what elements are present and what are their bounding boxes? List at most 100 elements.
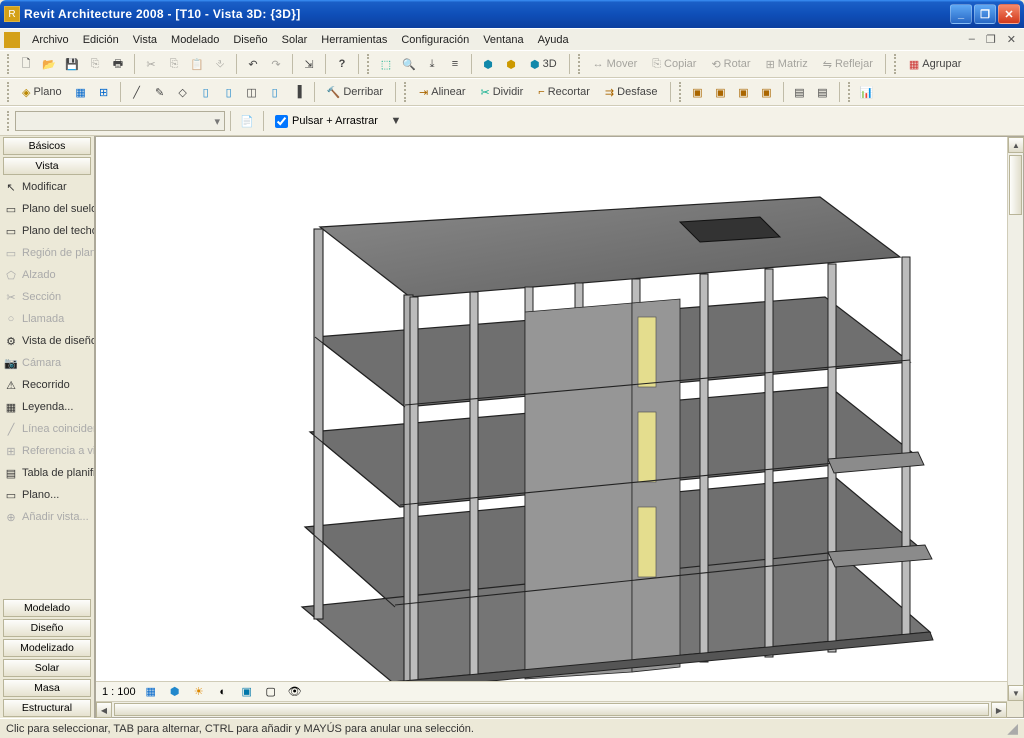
reload-button[interactable]: ▣ — [733, 81, 755, 103]
paste-button[interactable]: 📋 — [186, 53, 208, 75]
mover-button[interactable]: ↔Mover — [586, 53, 645, 75]
design-tool-1[interactable]: ▭Plano del suelo... — [0, 198, 94, 220]
scroll-down-button[interactable]: ▼ — [1008, 685, 1024, 701]
view3d-button[interactable]: ⬢ — [477, 53, 499, 75]
alinear-button[interactable]: ⇥Alinear — [412, 81, 472, 103]
save-button[interactable]: 💾 — [61, 53, 83, 75]
vscroll-track[interactable] — [1008, 217, 1023, 685]
section-modelado[interactable]: Modelado — [3, 599, 91, 617]
recortar-button[interactable]: ⌐Recortar — [531, 81, 597, 103]
shade-button[interactable]: ⬢ — [500, 53, 522, 75]
save-all-button[interactable]: ⎘ — [84, 53, 106, 75]
pen-button[interactable]: ✎ — [149, 81, 171, 103]
open-button[interactable]: 📂 — [38, 53, 60, 75]
matriz-button[interactable]: ⊞Matriz — [759, 53, 815, 75]
grid-button[interactable]: ▦ — [70, 81, 92, 103]
press-drag-checkbox[interactable] — [275, 115, 288, 128]
reflejar-button[interactable]: ⇋Reflejar — [816, 53, 880, 75]
window-tool-button[interactable]: ▯ — [195, 81, 217, 103]
print-button[interactable]: 🖶 — [107, 53, 129, 75]
component-button[interactable]: ◫ — [241, 81, 263, 103]
section-basicos[interactable]: Básicos — [3, 137, 91, 155]
options-button[interactable]: ⇲ — [298, 53, 320, 75]
scroll-left-button[interactable]: ◀ — [96, 702, 112, 718]
crop-view-button[interactable]: ▣ — [238, 684, 256, 700]
section-estructural[interactable]: Estructural — [3, 699, 91, 717]
zoom-region-button[interactable]: ⬚ — [375, 53, 397, 75]
thin-lines-button[interactable]: ≡ — [444, 53, 466, 75]
section-masa[interactable]: Masa — [3, 679, 91, 697]
sync-button[interactable]: ▣ — [710, 81, 732, 103]
element-properties-button[interactable]: 📄 — [236, 110, 258, 132]
agrupar-button[interactable]: ▦Agrupar — [902, 53, 969, 75]
cut-button[interactable]: ✂ — [140, 53, 162, 75]
temp-hide-button[interactable]: 👁 — [286, 684, 304, 700]
column-button[interactable]: ▯ — [264, 81, 286, 103]
scale-value[interactable]: 1 : 100 — [102, 686, 136, 698]
help-button[interactable]: ? — [331, 53, 353, 75]
design-tool-13[interactable]: ▤Tabla de planifi — [0, 462, 94, 484]
design-tool-0[interactable]: ↖Modificar — [0, 176, 94, 198]
section-solar[interactable]: Solar — [3, 659, 91, 677]
type-selector[interactable]: ▾ — [15, 111, 225, 131]
crop-visible-button[interactable]: ▢ — [262, 684, 280, 700]
mdi-restore[interactable]: ❐ — [982, 33, 1000, 46]
menu-diseno[interactable]: Diseño — [227, 32, 273, 48]
new-button[interactable]: 🗋 — [15, 53, 37, 75]
copiar-button[interactable]: ⎘Copiar — [645, 53, 703, 75]
rotar-button[interactable]: ⟲Rotar — [704, 53, 757, 75]
menu-herramientas[interactable]: Herramientas — [315, 32, 393, 48]
horizontal-scrollbar[interactable]: ◀ ▶ — [96, 701, 1007, 717]
vscroll-thumb[interactable] — [1009, 155, 1022, 215]
chart-button[interactable]: 📊 — [856, 81, 878, 103]
design-tool-10[interactable]: ▦Leyenda... — [0, 396, 94, 418]
hscroll-thumb[interactable] — [114, 703, 989, 716]
grip-icon[interactable] — [7, 82, 11, 102]
scroll-up-button[interactable]: ▲ — [1008, 137, 1024, 153]
menu-edicion[interactable]: Edición — [77, 32, 125, 48]
section-diseno[interactable]: Diseño — [3, 619, 91, 637]
section-modelizado[interactable]: Modelizado — [3, 639, 91, 657]
desfase-button[interactable]: ⇉Desfase — [598, 81, 665, 103]
redo-button[interactable]: ↷ — [265, 53, 287, 75]
design-tool-7[interactable]: ⚙Vista de diseño — [0, 330, 94, 352]
grip-icon[interactable] — [404, 82, 408, 102]
vertical-scrollbar[interactable]: ▲ ▼ — [1007, 137, 1023, 701]
filter-button[interactable]: ▼ — [385, 110, 407, 132]
menu-archivo[interactable]: Archivo — [26, 32, 75, 48]
menu-modelado[interactable]: Modelado — [165, 32, 225, 48]
menu-configuracion[interactable]: Configuración — [395, 32, 475, 48]
grip-icon[interactable] — [679, 82, 683, 102]
wall-button[interactable]: ▐ — [287, 81, 309, 103]
editreq-button[interactable]: ▣ — [756, 81, 778, 103]
project-browser-button[interactable]: ▤ — [789, 81, 811, 103]
grip-icon[interactable] — [7, 54, 11, 74]
close-button[interactable]: ✕ — [998, 4, 1020, 24]
menu-ayuda[interactable]: Ayuda — [532, 32, 575, 48]
copy-button[interactable]: ⎘ — [163, 53, 185, 75]
plano-button[interactable]: ◈Plano — [15, 81, 69, 103]
menu-ventana[interactable]: Ventana — [477, 32, 529, 48]
design-tool-14[interactable]: ▭Plano... — [0, 484, 94, 506]
mdi-minimize[interactable]: – — [965, 33, 979, 46]
default-3d-button[interactable]: ⬢3D — [523, 53, 564, 75]
design-tool-2[interactable]: ▭Plano del techo — [0, 220, 94, 242]
sun-path-button[interactable]: ☀ — [190, 684, 208, 700]
press-drag-option[interactable]: Pulsar + Arrastrar — [269, 115, 384, 128]
dividir-button[interactable]: ✂Dividir — [474, 81, 531, 103]
line-button[interactable]: ╱ — [126, 81, 148, 103]
grip-icon[interactable] — [578, 54, 582, 74]
undo-button[interactable]: ↶ — [242, 53, 264, 75]
door-tool-button[interactable]: ▯ — [218, 81, 240, 103]
grip-icon[interactable] — [7, 111, 11, 131]
grip-icon[interactable] — [848, 82, 852, 102]
design-tool-9[interactable]: ⚠Recorrido — [0, 374, 94, 396]
maximize-button[interactable]: ❐ — [974, 4, 996, 24]
tag-button[interactable]: ◇ — [172, 81, 194, 103]
match-button[interactable]: ⎀ — [209, 53, 231, 75]
visual-style-button[interactable]: ⬢ — [166, 684, 184, 700]
detail-level-button[interactable]: ▦ — [142, 684, 160, 700]
shadows-button[interactable]: ◐ — [214, 684, 232, 700]
grip-icon[interactable] — [367, 54, 371, 74]
scroll-right-button[interactable]: ▶ — [991, 702, 1007, 718]
